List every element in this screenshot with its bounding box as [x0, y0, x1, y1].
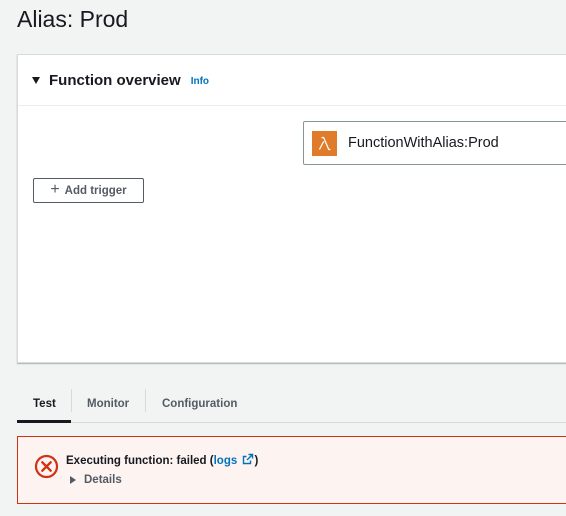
alert-message-suffix: ) — [254, 455, 259, 467]
add-trigger-button[interactable]: + Add trigger — [33, 178, 144, 203]
tab-divider — [71, 389, 72, 412]
alert-message-prefix: Executing function: failed ( — [66, 455, 214, 467]
lambda-icon — [312, 130, 337, 156]
add-trigger-label: Add trigger — [64, 184, 127, 197]
tab-test[interactable]: Test — [33, 385, 56, 423]
details-expander[interactable]: Details — [70, 474, 122, 486]
function-overview-panel: Function overview Info FunctionWithAlias… — [17, 54, 566, 363]
function-name: FunctionWithAlias:Prod — [348, 135, 499, 151]
error-x-icon — [34, 454, 59, 479]
info-link[interactable]: Info — [191, 76, 209, 87]
caret-right-icon[interactable] — [70, 476, 76, 484]
function-node[interactable]: FunctionWithAlias:Prod — [303, 121, 566, 165]
caret-down-icon[interactable] — [32, 77, 40, 84]
details-label[interactable]: Details — [84, 474, 122, 486]
alert-message: Executing function: failed (logs ) — [66, 453, 258, 467]
active-tab-indicator — [17, 420, 71, 423]
function-overview-title[interactable]: Function overview — [49, 72, 181, 89]
tab-divider — [145, 389, 146, 412]
page-title: Alias: Prod — [17, 6, 129, 32]
logs-link[interactable]: logs — [214, 453, 255, 467]
tab-bar: Test Monitor Configuration — [17, 385, 566, 423]
tab-configuration[interactable]: Configuration — [162, 385, 237, 423]
function-overview-header[interactable]: Function overview Info — [18, 55, 566, 106]
logs-link-label[interactable]: logs — [214, 455, 238, 467]
error-alert: Executing function: failed (logs ) Detai… — [17, 436, 566, 504]
plus-icon: + — [50, 180, 60, 198]
external-link-icon[interactable] — [242, 453, 254, 465]
tab-monitor[interactable]: Monitor — [87, 385, 129, 423]
